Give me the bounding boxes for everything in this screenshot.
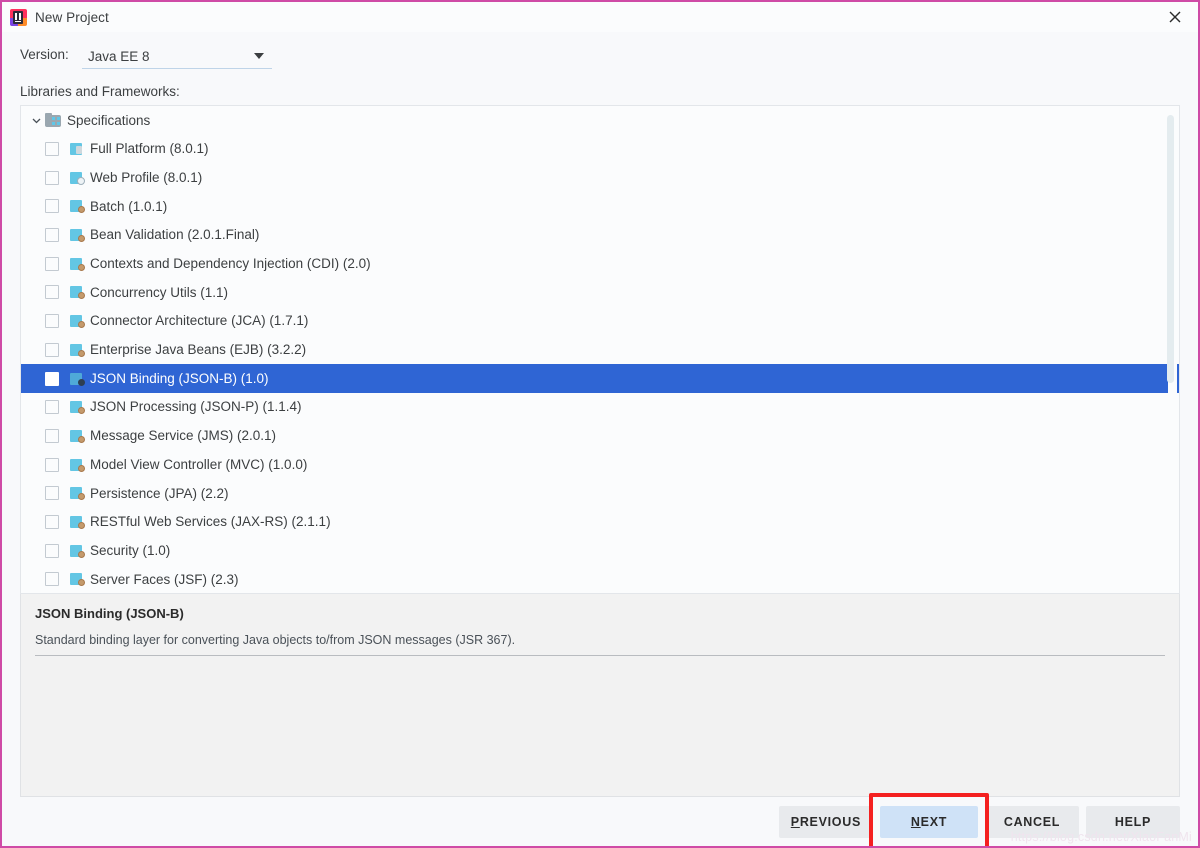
- spec-icon: [70, 486, 85, 501]
- version-label: Version:: [20, 47, 69, 62]
- tree-item[interactable]: Connector Architecture (JCA) (1.7.1): [21, 307, 1179, 336]
- tree-scrollbar[interactable]: [1167, 109, 1177, 591]
- tree-item[interactable]: JSON Processing (JSON-P) (1.1.4): [21, 393, 1179, 422]
- spec-icon: [70, 572, 85, 587]
- tree-item[interactable]: Model View Controller (MVC) (1.0.0): [21, 450, 1179, 479]
- chevron-down-icon[interactable]: [27, 115, 45, 126]
- next-button-wrapper: N EXT: [869, 793, 989, 846]
- checkbox[interactable]: [45, 400, 59, 415]
- tree-item-label: Enterprise Java Beans (EJB) (3.2.2): [90, 342, 307, 358]
- web-profile-icon: [70, 171, 85, 185]
- tree-item[interactable]: Batch (1.0.1): [21, 192, 1179, 221]
- tree-item[interactable]: Bean Validation (2.0.1.Final): [21, 221, 1179, 250]
- checkbox[interactable]: [45, 170, 59, 185]
- version-row: Version: Java EE 8: [2, 32, 1198, 74]
- version-dropdown[interactable]: Java EE 8: [82, 44, 272, 69]
- dialog-content: Version: Java EE 8 Libraries and Framewo…: [2, 32, 1198, 798]
- tree-item-label: Model View Controller (MVC) (1.0.0): [90, 456, 308, 472]
- checkbox[interactable]: [45, 228, 59, 243]
- next-button-mnemonic: N: [910, 815, 921, 829]
- checkbox[interactable]: [45, 428, 59, 443]
- checkbox[interactable]: [45, 371, 59, 386]
- dialog-button-bar: P REVIOUS N EXT CANCEL HELP https://blog.c…: [2, 793, 1198, 846]
- tree-item[interactable]: Web Profile (8.0.1): [21, 163, 1179, 192]
- spec-icon: [70, 515, 85, 529]
- platform-icon: [70, 142, 85, 156]
- spec-icon: [70, 458, 85, 472]
- tree-item[interactable]: RESTful Web Services (JAX-RS) (2.1.1): [21, 508, 1179, 537]
- spec-icon: [70, 257, 85, 271]
- checkbox[interactable]: [45, 314, 59, 329]
- tree-item[interactable]: Enterprise Java Beans (EJB) (3.2.2): [21, 336, 1179, 365]
- libraries-and-frameworks-label: Libraries and Frameworks:: [20, 84, 180, 99]
- version-selected-value: Java EE 8: [88, 48, 150, 64]
- tree-item[interactable]: Security (1.0): [21, 536, 1179, 565]
- description-text: Standard binding layer for converting Ja…: [35, 633, 1165, 656]
- tree-item-label: Server Faces (JSF) (2.3): [90, 571, 239, 587]
- spec-icon: [70, 400, 85, 415]
- spec-icon: [70, 429, 85, 443]
- tree-item-label: Web Profile (8.0.1): [90, 169, 203, 185]
- next-button[interactable]: N EXT: [880, 806, 978, 838]
- tree-item[interactable]: Persistence (JPA) (2.2): [21, 479, 1179, 508]
- spec-icon: [70, 343, 85, 357]
- tree-item[interactable]: Server Faces (JSF) (2.3): [21, 565, 1179, 593]
- new-project-dialog: New Project Version: Java EE 8 Libraries…: [0, 0, 1200, 848]
- folder-modules-icon: [45, 113, 61, 128]
- tree-item[interactable]: Message Service (JMS) (2.0.1): [21, 422, 1179, 451]
- checkbox[interactable]: [45, 342, 59, 357]
- spec-icon: [70, 372, 85, 386]
- watermark-text: https://blog.csdn.net/XiaoFanMi: [1010, 830, 1192, 844]
- previous-button-mnemonic: P: [790, 815, 800, 829]
- description-title: JSON Binding (JSON-B): [35, 606, 184, 621]
- tree-item-label: Concurrency Utils (1.1): [90, 284, 229, 300]
- tree-scrollbar-thumb[interactable]: [1167, 115, 1174, 383]
- checkbox[interactable]: [45, 199, 59, 214]
- description-panel: JSON Binding (JSON-B) Standard binding l…: [20, 594, 1180, 797]
- spec-icon: [70, 285, 85, 300]
- tree-item[interactable]: Concurrency Utils (1.1): [21, 278, 1179, 307]
- tree-item[interactable]: JSON Binding (JSON-B) (1.0): [21, 364, 1179, 393]
- tree-root-specifications[interactable]: Specifications: [21, 106, 1179, 135]
- checkbox[interactable]: [45, 572, 59, 587]
- tree-item-label: Full Platform (8.0.1): [90, 141, 209, 157]
- tree-item-label: Persistence (JPA) (2.2): [90, 485, 229, 501]
- previous-button-label: REVIOUS: [799, 815, 861, 829]
- tree-item-label: Contexts and Dependency Injection (CDI) …: [90, 256, 371, 272]
- checkbox[interactable]: [45, 457, 59, 472]
- spec-icon: [70, 314, 85, 329]
- libraries-tree: Specifications Full Platform (8.0.1) Web …: [20, 105, 1180, 594]
- tree-item[interactable]: Full Platform (8.0.1): [21, 135, 1179, 164]
- next-button-label: EXT: [920, 815, 948, 829]
- checkbox[interactable]: [45, 285, 59, 300]
- tree-item[interactable]: Contexts and Dependency Injection (CDI) …: [21, 249, 1179, 278]
- tree-item-label: JSON Processing (JSON-P) (1.1.4): [90, 399, 302, 415]
- tree-item-label: Bean Validation (2.0.1.Final): [90, 227, 260, 243]
- title-bar: New Project: [2, 2, 1198, 32]
- checkbox[interactable]: [45, 486, 59, 501]
- previous-button[interactable]: P REVIOUS: [778, 806, 873, 838]
- checkbox[interactable]: [45, 514, 59, 529]
- tree-scroll-area: Specifications Full Platform (8.0.1) Web …: [21, 106, 1179, 593]
- tree-item-label: Security (1.0): [90, 542, 171, 558]
- tree-item-label: RESTful Web Services (JAX-RS) (2.1.1): [90, 514, 331, 530]
- close-icon[interactable]: [1152, 2, 1198, 32]
- window-title: New Project: [35, 9, 109, 25]
- intellij-idea-icon: [10, 8, 27, 26]
- checkbox[interactable]: [45, 142, 59, 157]
- tree-item-label: Message Service (JMS) (2.0.1): [90, 428, 277, 444]
- spec-icon: [70, 544, 85, 558]
- spec-icon: [70, 228, 85, 243]
- tree-item-label: Batch (1.0.1): [90, 198, 168, 214]
- chevron-down-icon: [254, 53, 264, 59]
- checkbox[interactable]: [45, 543, 59, 558]
- tree-item-label: Connector Architecture (JCA) (1.7.1): [90, 313, 309, 329]
- checkbox[interactable]: [45, 256, 59, 271]
- spec-icon: [70, 199, 85, 214]
- tree-item-label: JSON Binding (JSON-B) (1.0): [90, 370, 269, 386]
- tree-root-label: Specifications: [67, 112, 151, 128]
